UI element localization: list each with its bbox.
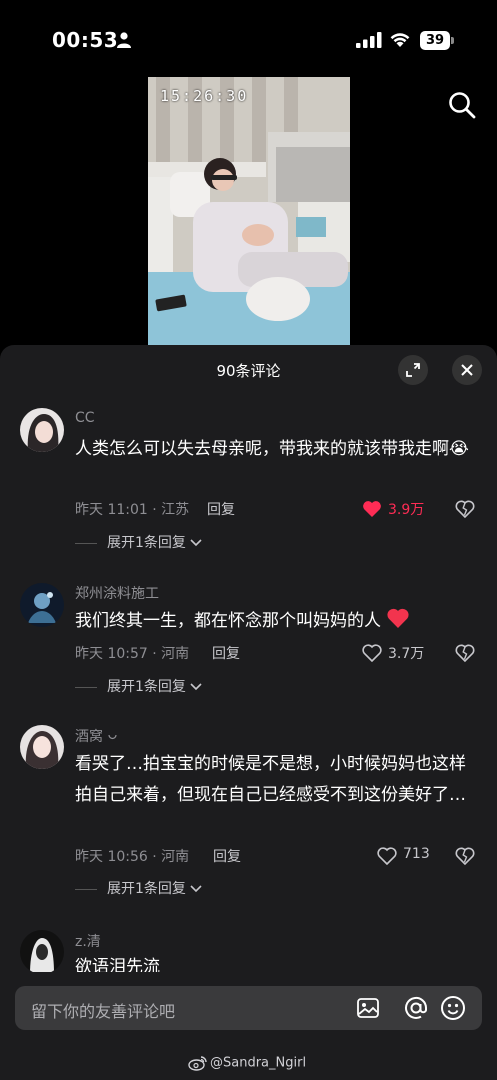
video-frame-image xyxy=(148,77,350,347)
expand-replies-label: 展开1条回复 xyxy=(107,535,186,551)
expand-icon xyxy=(406,363,420,377)
chevron-down-icon xyxy=(190,885,202,893)
comments-panel: 90条评论 CC 人类怎么可以失去母亲呢，带我来的就该带我走啊😭 昨天 11:0… xyxy=(0,345,497,1080)
comment-username[interactable]: CC xyxy=(75,410,95,426)
search-icon[interactable] xyxy=(448,91,476,119)
close-icon xyxy=(461,364,473,376)
chevron-down-icon xyxy=(190,539,202,547)
battery-level: 39 xyxy=(420,31,450,50)
broken-heart-icon[interactable] xyxy=(455,643,475,663)
expand-replies-label: 展开1条回复 xyxy=(107,881,186,897)
signal-icon xyxy=(356,32,382,48)
comment-item: CC 人类怎么可以失去母亲呢，带我来的就该带我走啊😭 昨天 11:01 · 江苏… xyxy=(0,405,497,565)
chevron-down-icon xyxy=(190,683,202,691)
video-timestamp: 15:26:30 xyxy=(160,87,249,105)
watermark: @Sandra_Ngirl xyxy=(188,1055,306,1071)
mention-at-icon[interactable] xyxy=(402,994,430,1022)
emoji-icon[interactable] xyxy=(440,995,466,1021)
comment-text: 人类怎么可以失去母亲呢，带我来的就该带我走啊😭 xyxy=(75,439,469,459)
like-count: 713 xyxy=(403,846,430,862)
comment-username[interactable]: 酒窝 xyxy=(75,726,118,746)
expand-replies-label: 展开1条回复 xyxy=(107,679,186,695)
heart-outline-icon xyxy=(362,644,382,662)
comment-username[interactable]: z.清 xyxy=(75,931,101,951)
broken-heart-icon[interactable] xyxy=(455,846,475,866)
red-heart-emoji-icon xyxy=(387,608,409,628)
expand-replies-button[interactable]: 展开1条回复 xyxy=(75,676,202,696)
expand-panel-button[interactable] xyxy=(398,355,428,385)
comment-username[interactable]: 郑州涂料施工 xyxy=(75,583,159,603)
comment-text: 我们终其一生，都在怀念那个叫妈妈的人 xyxy=(75,606,475,637)
wifi-icon xyxy=(390,33,410,47)
person-icon xyxy=(117,32,131,48)
comment-time-location: 昨天 10:57 · 河南 xyxy=(75,646,190,662)
video-player[interactable]: 15:26:30 xyxy=(148,77,350,347)
like-count: 3.7万 xyxy=(388,646,425,662)
battery-indicator: 39 xyxy=(420,31,454,50)
expand-replies-button[interactable]: 展开1条回复 xyxy=(75,532,202,552)
like-count: 3.9万 xyxy=(388,502,425,518)
comment-time-location: 昨天 11:01 · 江苏 xyxy=(75,502,190,518)
reply-button[interactable]: 回复 xyxy=(213,846,241,866)
broken-heart-icon[interactable] xyxy=(455,499,475,519)
comment-item: 酒窝 看哭了…拍宝宝的时候是不是想，小时候妈妈也这样拍自己来着，但现在自己已经感… xyxy=(0,723,497,903)
avatar[interactable] xyxy=(20,930,64,974)
smile-badge-icon xyxy=(108,734,118,740)
avatar[interactable] xyxy=(20,583,64,627)
like-button[interactable]: 713 xyxy=(377,845,457,867)
avatar[interactable] xyxy=(20,725,64,769)
like-button[interactable]: 3.9万 xyxy=(362,498,442,520)
like-button[interactable]: 3.7万 xyxy=(362,642,442,664)
status-bar: 00:53 39 xyxy=(0,0,497,80)
comment-input-bar[interactable]: 留下你的友善评论吧 xyxy=(15,986,482,1030)
weibo-logo-icon xyxy=(188,1056,207,1071)
comment-text: 看哭了…拍宝宝的时候是不是想，小时候妈妈也这样拍自己来着，但现在自己已经感受不到… xyxy=(75,754,466,805)
reply-button[interactable]: 回复 xyxy=(207,499,235,519)
watermark-text: @Sandra_Ngirl xyxy=(210,1055,307,1071)
reply-button[interactable]: 回复 xyxy=(212,643,240,663)
status-time: 00:53 xyxy=(52,28,119,52)
heart-filled-icon xyxy=(363,501,381,517)
expand-replies-button[interactable]: 展开1条回复 xyxy=(75,878,202,898)
comment-time-location: 昨天 10:56 · 河南 xyxy=(75,849,190,865)
comment-input-placeholder: 留下你的友善评论吧 xyxy=(31,1002,176,1021)
heart-outline-icon xyxy=(377,847,397,865)
image-icon[interactable] xyxy=(356,996,380,1020)
close-panel-button[interactable] xyxy=(452,355,482,385)
avatar[interactable] xyxy=(20,408,64,452)
comment-item: 郑州涂料施工 我们终其一生，都在怀念那个叫妈妈的人 昨天 10:57 · 河南 … xyxy=(0,580,497,700)
